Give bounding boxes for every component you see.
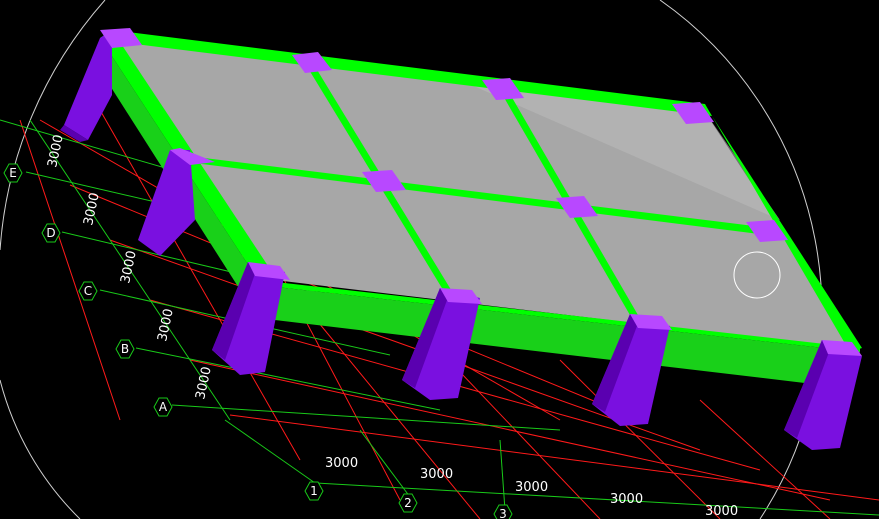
axis-bubble-A: A (153, 397, 173, 417)
dimension-label: 3000 (325, 456, 358, 471)
dimension-label: 3000 (705, 504, 738, 519)
axis-bubble-1: 1 (304, 481, 324, 501)
axis-label-D: D (46, 226, 55, 240)
axis-label-E: E (9, 166, 17, 180)
axis-bubble-C: C (78, 281, 98, 301)
axis-label-B: B (121, 342, 129, 356)
axis-label-C: C (84, 284, 92, 298)
axis-bubble-2: 2 (398, 493, 418, 513)
dimension-label: 3000 (515, 480, 548, 495)
dimension-label: 3000 (193, 365, 215, 400)
axis-label-1: 1 (310, 484, 318, 498)
axis-bubble-3: 3 (493, 504, 513, 519)
axis-bubble-B: B (115, 339, 135, 359)
axis-bubbles-numbers: 1 2 3 (304, 481, 513, 519)
dimension-label: 3000 (45, 133, 67, 168)
dimension-label: 3000 (81, 191, 103, 226)
dimension-label: 3000 (610, 492, 643, 507)
axis-label-2: 2 (404, 496, 412, 510)
dimension-label: 3000 (420, 467, 453, 482)
axis-bubble-D: D (41, 223, 61, 243)
axis-label-3: 3 (499, 507, 507, 519)
axis-bubble-E: E (3, 163, 23, 183)
3d-structure-viewport[interactable]: A B C D E 1 2 3 3000 3000 3000 3000 3000… (0, 0, 879, 519)
axis-label-A: A (159, 400, 168, 414)
